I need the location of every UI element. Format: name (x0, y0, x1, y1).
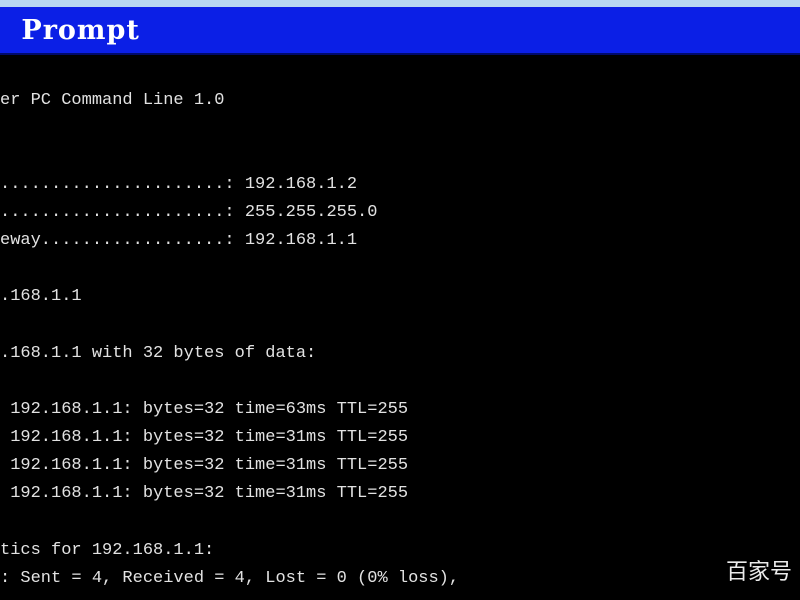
console-line: 192.168.1.1: bytes=32 time=63ms TTL=255 (0, 400, 409, 419)
console-output[interactable]: er PC Command Line 1.0 .................… (0, 55, 800, 600)
console-line: .168.1.1 (0, 287, 82, 306)
console-line: 192.168.1.1: bytes=32 time=31ms TTL=255 (0, 456, 409, 475)
watermark-text: 百家号 (725, 560, 792, 585)
console-line: .168.1.1 with 32 bytes of data: (0, 344, 317, 363)
window-title: Prompt (11, 15, 140, 46)
title-bar[interactable]: Prompt (0, 7, 800, 55)
console-line: : Sent = 4, Received = 4, Lost = 0 (0% l… (0, 569, 460, 588)
console-line: eway..................: 192.168.1.1 (0, 231, 358, 250)
window-top-edge (0, 0, 800, 7)
console-line: ......................: 192.168.1.2 (0, 175, 358, 194)
console-line: er PC Command Line 1.0 (0, 91, 225, 110)
console-line: ......................: 255.255.255.0 (0, 203, 378, 222)
console-line: 192.168.1.1: bytes=32 time=31ms TTL=255 (0, 428, 409, 447)
command-prompt-window: Prompt er PC Command Line 1.0 ..........… (0, 0, 800, 600)
console-line: 192.168.1.1: bytes=32 time=31ms TTL=255 (0, 484, 409, 503)
console-line: tics for 192.168.1.1: (0, 541, 215, 560)
